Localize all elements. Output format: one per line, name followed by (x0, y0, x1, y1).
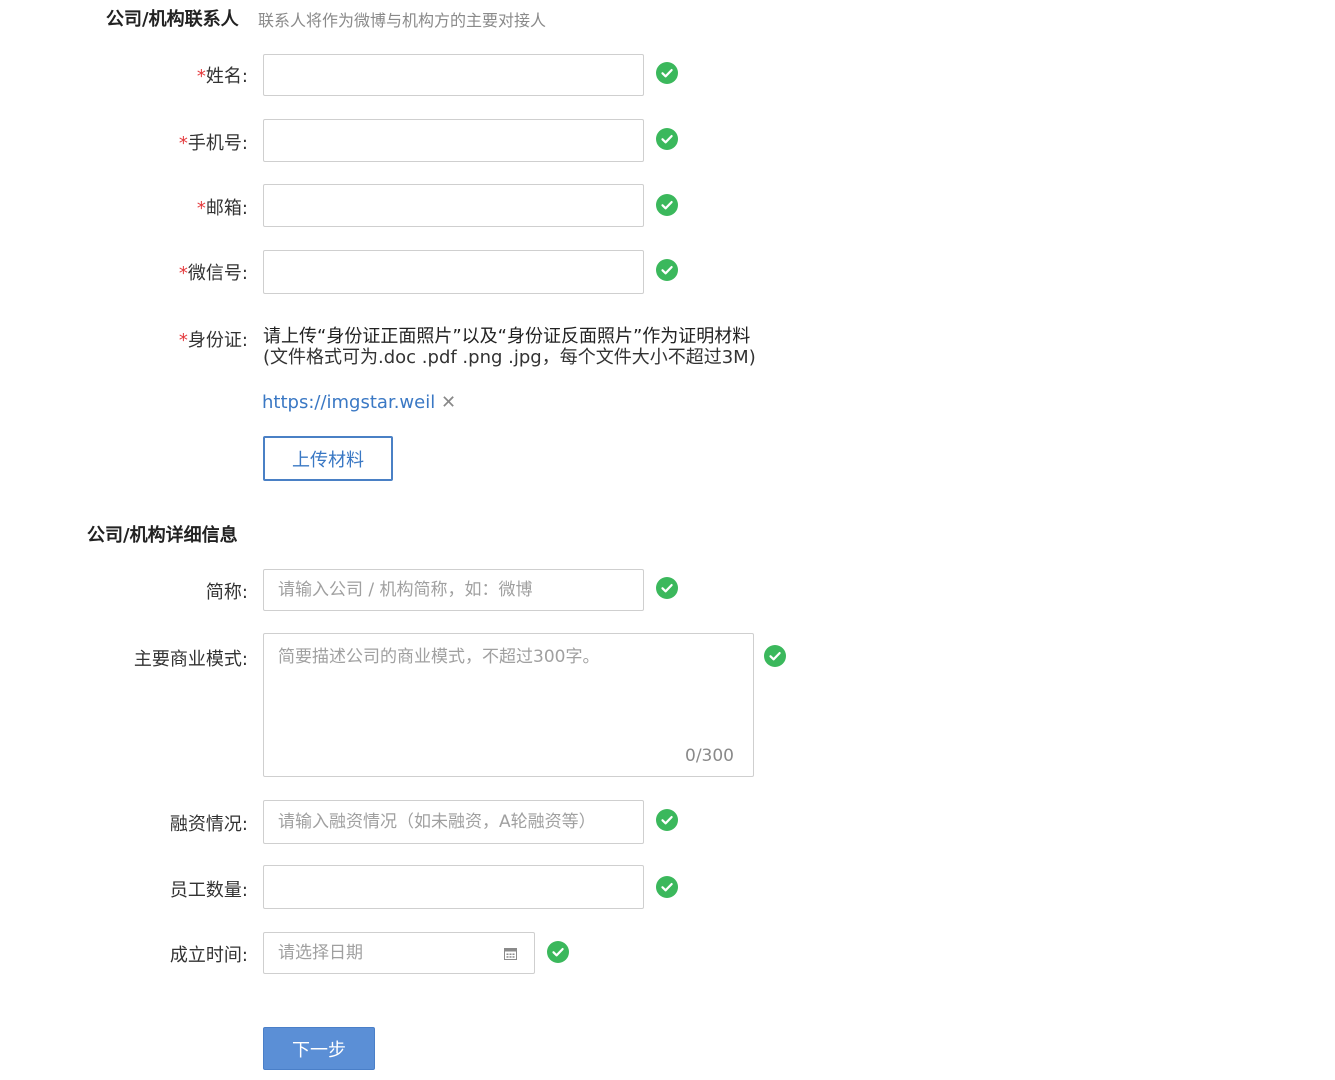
id-card-instruction: 请上传“身份证正面照片”以及“身份证反面照片”作为证明材料 (263, 326, 751, 347)
wechat-label-text: 微信号: (187, 263, 248, 284)
id-card-format-note: (文件格式可为.doc .pdf .png .jpg，每个文件大小不超过3M) (263, 347, 756, 368)
contact-section-title: 公司/机构联系人 (106, 9, 239, 30)
close-icon[interactable]: ✕ (441, 392, 456, 413)
next-step-button[interactable]: 下一步 (263, 1027, 375, 1070)
phone-label: *手机号: (179, 129, 248, 155)
financing-label: 融资情况: (169, 814, 248, 835)
required-mark: * (196, 66, 206, 87)
founded-date-input[interactable] (263, 932, 535, 974)
email-valid-icon (656, 194, 678, 216)
wechat-input[interactable] (263, 250, 644, 294)
founded-valid-icon (547, 941, 569, 963)
required-mark: * (178, 330, 188, 351)
upload-material-button[interactable]: 上传材料 (263, 436, 393, 481)
employees-label: 员工数量: (169, 880, 248, 901)
wechat-label: *微信号: (179, 259, 248, 285)
required-mark: * (196, 198, 206, 219)
employees-valid-icon (656, 876, 678, 898)
business-model-textarea[interactable] (263, 633, 754, 777)
business-model-counter: 0/300 (685, 746, 734, 766)
business-model-valid-icon (764, 645, 786, 667)
short-name-label: 简称: (205, 582, 248, 603)
founded-label: 成立时间: (169, 945, 248, 966)
name-input[interactable] (263, 54, 644, 96)
phone-input[interactable] (263, 119, 644, 162)
business-model-label: 主要商业模式: (133, 649, 248, 670)
email-label: *邮箱: (197, 194, 248, 220)
name-label-text: 姓名: (205, 66, 248, 87)
detail-section-title: 公司/机构详细信息 (87, 525, 238, 546)
wechat-valid-icon (656, 259, 678, 281)
name-valid-icon (656, 62, 678, 84)
employees-input[interactable] (263, 865, 644, 909)
short-name-valid-icon (656, 577, 678, 599)
required-mark: * (178, 263, 188, 284)
email-input[interactable] (263, 184, 644, 227)
financing-input[interactable] (263, 800, 644, 844)
short-name-input[interactable] (263, 569, 644, 611)
id-card-label-text: 身份证: (187, 330, 248, 351)
required-mark: * (178, 133, 188, 154)
email-label-text: 邮箱: (205, 198, 248, 219)
phone-valid-icon (656, 128, 678, 150)
calendar-icon[interactable] (504, 945, 517, 964)
name-label: *姓名: (197, 62, 248, 88)
uploaded-file-link[interactable]: https://imgstar.weil (262, 392, 435, 413)
phone-label-text: 手机号: (187, 133, 248, 154)
id-card-label: *身份证: (179, 326, 248, 352)
financing-valid-icon (656, 809, 678, 831)
contact-section-subtitle: 联系人将作为微博与机构方的主要对接人 (258, 11, 547, 30)
